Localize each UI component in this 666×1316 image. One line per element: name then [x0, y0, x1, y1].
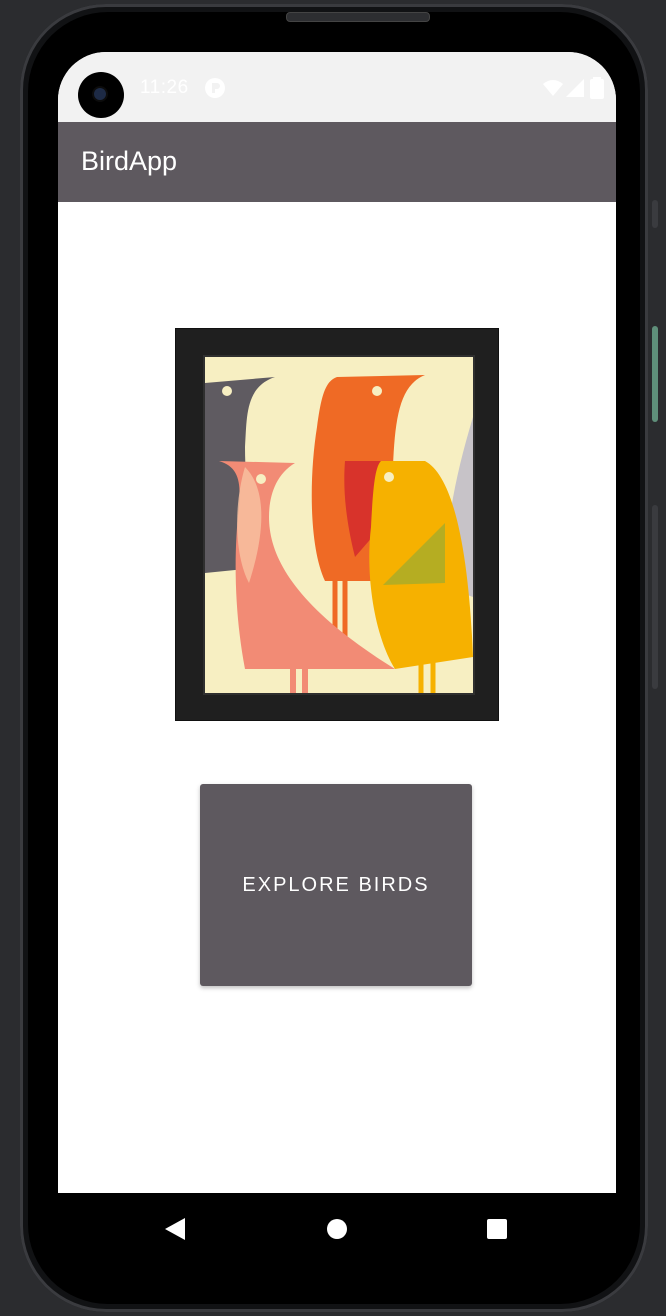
home-icon[interactable] [323, 1215, 351, 1243]
wifi-icon [543, 80, 563, 96]
screen: 11:26 BirdApp EXPLORE BIRDS [58, 52, 616, 1193]
battery-icon [590, 77, 604, 99]
earpiece-speaker [286, 12, 430, 22]
status-time: 11:26 [140, 77, 189, 98]
notification-app-icon [205, 78, 225, 98]
volume-button [652, 505, 658, 689]
app-title: BirdApp [81, 146, 178, 176]
signal-icon [566, 79, 584, 97]
birds-artwork [203, 355, 475, 695]
birds-illustration [205, 357, 473, 693]
app-bar: BirdApp [58, 122, 616, 202]
main-content: EXPLORE BIRDS [58, 202, 616, 1193]
picture-frame [175, 328, 499, 721]
explore-birds-button[interactable]: EXPLORE BIRDS [200, 784, 472, 986]
back-icon[interactable] [161, 1215, 189, 1243]
status-bar: 11:26 [58, 52, 616, 122]
front-camera [78, 72, 124, 118]
recents-icon[interactable] [483, 1215, 511, 1243]
power-button [652, 326, 658, 422]
navigation-bar [58, 1193, 616, 1263]
side-button [652, 200, 658, 228]
